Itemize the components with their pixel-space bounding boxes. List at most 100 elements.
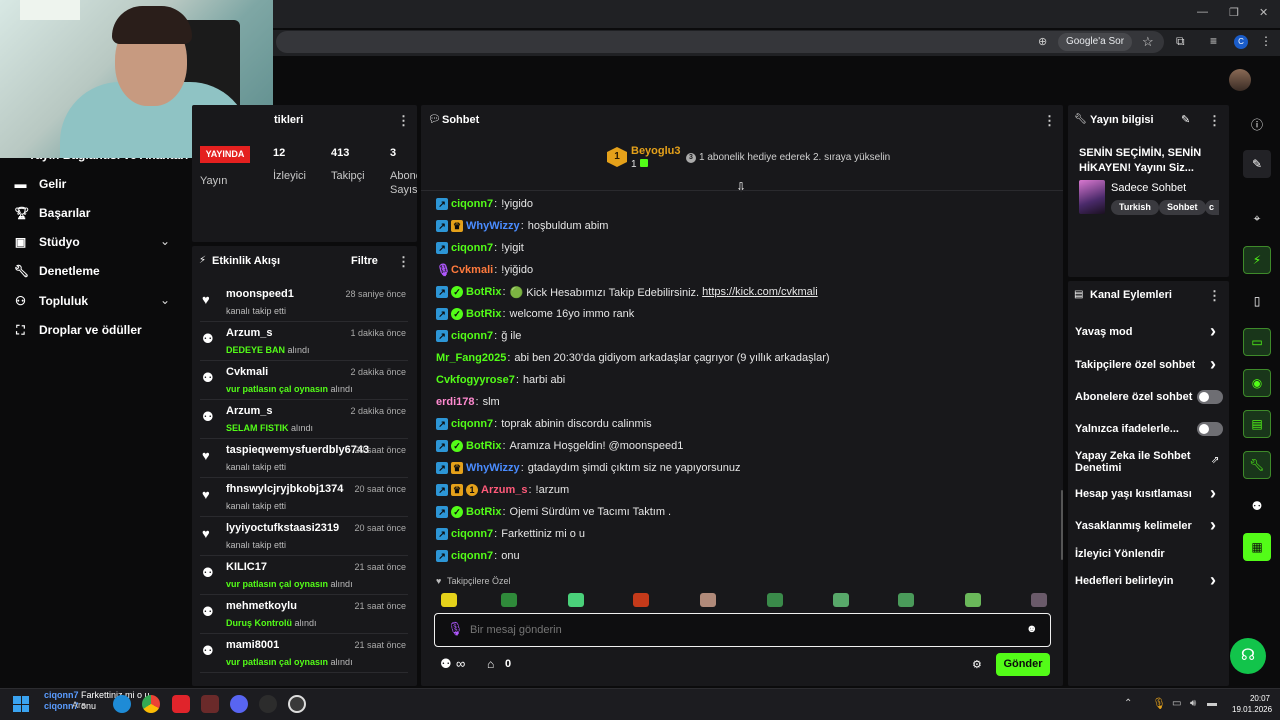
support-headset-icon[interactable]: ☊ xyxy=(1230,638,1266,674)
category-name[interactable]: Sadece Sohbet xyxy=(1111,182,1186,194)
activity-more-icon[interactable]: ⋮ xyxy=(397,254,410,270)
emoji-icon[interactable]: ☻ xyxy=(1026,623,1038,635)
chat-username[interactable]: Arzum_s xyxy=(481,484,527,496)
channel-action-item[interactable]: Yasaklanmış kelimeler xyxy=(1075,517,1192,535)
chat-username[interactable]: BotRix xyxy=(466,506,501,518)
chevron-right-icon[interactable]: › xyxy=(1210,355,1216,373)
broadcast-icon[interactable]: ◉ xyxy=(1243,369,1271,397)
discord-icon[interactable] xyxy=(230,695,248,713)
event-user[interactable]: mami8001 xyxy=(226,639,279,651)
chat-username[interactable]: BotRix xyxy=(466,440,501,452)
close-icon[interactable]: ✕ xyxy=(1259,6,1268,19)
sidebar-item-achievements[interactable]: 🏆︎ Başarılar xyxy=(14,203,90,223)
emote-thumbnail[interactable] xyxy=(898,593,914,607)
browser-menu-icon[interactable]: ⋮ xyxy=(1260,34,1272,48)
chat-message[interactable]: ↗ ✓ BotRix: Ojemi Sürdüm ve Tacımı Taktım . xyxy=(436,503,671,521)
minimize-icon[interactable]: — xyxy=(1197,6,1208,18)
mic-tray-icon[interactable]: 🎙︎ xyxy=(1152,697,1166,710)
chat-message[interactable]: ↗ ✓ BotRix: welcome 16yo immo rank xyxy=(436,305,634,323)
edge-icon[interactable] xyxy=(113,695,131,713)
chat-settings-icon[interactable]: ⚙ xyxy=(972,658,982,671)
app-icon[interactable] xyxy=(172,695,190,713)
channel-action-item[interactable]: Hesap yaşı kısıtlaması xyxy=(1075,485,1192,503)
channel-action-item[interactable]: Yapay Zeka ile Sohbet Denetimi xyxy=(1075,450,1191,474)
sidebar-item-community[interactable]: ⚇ Topluluk xyxy=(14,291,88,311)
app-icon[interactable] xyxy=(259,695,277,713)
chat-username[interactable]: ciqonn7 xyxy=(451,550,493,562)
activity-event[interactable]: ⚉ KILIC17 vur patlasın çal oynasın alındı 2… xyxy=(200,556,408,595)
windows-start-icon[interactable] xyxy=(13,696,29,712)
zoom-icon[interactable]: ⊕ xyxy=(1038,35,1047,48)
send-button[interactable]: Gönder xyxy=(996,653,1050,676)
activity-event[interactable]: ⚉ Arzum_s DEDEYE BAN alındı 1 dakika önce xyxy=(200,322,408,361)
chat-link[interactable]: https://kick.com/cvkmali xyxy=(702,286,818,298)
channel-action-item[interactable]: Hedefleri belirleyin xyxy=(1075,572,1173,590)
edit-icon[interactable]: ✎ xyxy=(1243,150,1271,178)
chrome-icon[interactable] xyxy=(142,695,160,713)
activity-filter-button[interactable]: Filtre xyxy=(351,255,378,267)
chevron-right-icon[interactable]: › xyxy=(1210,484,1216,502)
stats-more-icon[interactable]: ⋮ xyxy=(397,113,410,129)
emote-thumbnail[interactable] xyxy=(568,593,584,607)
tray-chevron-icon[interactable]: ⌃ xyxy=(1124,698,1132,709)
bookmark-star-icon[interactable]: ☆ xyxy=(1142,34,1154,50)
chat-username[interactable]: Mr_Fang2025 xyxy=(436,352,506,364)
emote-thumbnail[interactable] xyxy=(700,593,716,607)
printer-icon[interactable]: ▤ xyxy=(1243,410,1271,438)
extensions-icon[interactable]: ⧉ xyxy=(1176,34,1185,49)
chat-message-input[interactable] xyxy=(470,620,1010,640)
game-icon[interactable]: ▦ xyxy=(1243,533,1271,561)
chat-message[interactable]: 🎙︎ Cvkmali: !yiğido xyxy=(436,261,533,279)
chat-username[interactable]: Cvkmali xyxy=(451,264,493,276)
chat-username[interactable]: erdi178 xyxy=(436,396,475,408)
emote-thumbnail[interactable] xyxy=(833,593,849,607)
emote-thumbnail[interactable] xyxy=(1031,593,1047,607)
chat-username[interactable]: ciqonn7 xyxy=(451,528,493,540)
channel-action-item[interactable]: İzleyici Yönlendir xyxy=(1075,545,1165,563)
activity-event[interactable]: ⚉ Arzum_s SELAM FISTIK alındı 2 dakika önce xyxy=(200,400,408,439)
notes-icon[interactable]: ▯ xyxy=(1243,287,1271,315)
event-user[interactable]: Arzum_s xyxy=(226,327,272,339)
tag-chip[interactable]: Sohbet xyxy=(1159,200,1206,215)
chat-message[interactable]: ↗ ciqonn7: Farkettiniz mi o u xyxy=(436,525,585,543)
emote-thumbnail[interactable] xyxy=(965,593,981,607)
event-user[interactable]: Cvkmali xyxy=(226,366,268,378)
event-user[interactable]: mehmetkoylu xyxy=(226,600,297,612)
info-icon[interactable]: ⓘ xyxy=(1243,110,1271,138)
google-ask-button[interactable]: Google'a Sor xyxy=(1058,33,1132,51)
chevron-right-icon[interactable]: › xyxy=(1210,322,1216,340)
chat-username[interactable]: BotRix xyxy=(466,308,501,320)
chat-username[interactable]: BotRix xyxy=(466,286,501,298)
tag-chip[interactable]: Turkish xyxy=(1111,200,1159,215)
chat-more-icon[interactable]: ⋮ xyxy=(1043,113,1056,129)
edit-pencil-icon[interactable]: ✎ xyxy=(1181,113,1190,126)
event-user[interactable]: Arzum_s xyxy=(226,405,272,417)
screenshot-icon[interactable]: ⌖ xyxy=(1243,204,1271,232)
chevron-right-icon[interactable]: › xyxy=(1210,516,1216,534)
points-balance[interactable]: ∞ xyxy=(456,656,465,671)
activity-event[interactable]: ⚉ mami8001 vur patlasın çal oynasın alındı… xyxy=(200,634,408,673)
kick-points-icon[interactable]: ⚉ xyxy=(440,656,452,672)
chat-message[interactable]: ↗ ✓ BotRix: 🟢 Kick Hesabımızı Takip Edebili… xyxy=(436,283,818,301)
external-link-icon[interactable]: ⇗ xyxy=(1211,455,1219,466)
chat-icon[interactable]: ▭ xyxy=(1243,328,1271,356)
chat-scrollbar[interactable] xyxy=(1061,490,1063,560)
emote-thumbnail[interactable] xyxy=(633,593,649,607)
battery-icon[interactable]: ▬ xyxy=(1207,698,1217,709)
chat-message[interactable]: ↗ ✓ BotRix: Aramıza Hoşgeldin! @moonspeed1 xyxy=(436,437,683,455)
sidebar-item-revenue[interactable]: ▬ Gelir xyxy=(14,174,67,194)
event-user[interactable]: moonspeed1 xyxy=(226,288,294,300)
obs-icon[interactable] xyxy=(288,695,306,713)
chat-username[interactable]: ciqonn7 xyxy=(451,198,493,210)
event-user[interactable]: KILIC17 xyxy=(226,561,267,573)
tag-chip[interactable]: c xyxy=(1205,200,1219,215)
chat-username[interactable]: Cvkfogyyrose7 xyxy=(436,374,515,386)
chat-message[interactable]: ↗ ♛ WhyWizzy: gtadaydım şimdi çıktım siz ne… xyxy=(436,459,741,477)
chat-message[interactable]: ↗ ciqonn7: toprak abinin discordu calinmis xyxy=(436,415,652,433)
chat-username[interactable]: ciqonn7 xyxy=(451,330,493,342)
network-icon[interactable]: ▭ xyxy=(1172,698,1181,709)
chat-username[interactable]: ciqonn7 xyxy=(451,418,493,430)
chat-username[interactable]: ciqonn7 xyxy=(451,242,493,254)
chat-message[interactable]: ↗ ♛ WhyWizzy: hoşbuldum abim xyxy=(436,217,608,235)
chat-notification[interactable]: ciqonn7 Farkettiniz mi o u ciqonn7 onu xyxy=(44,690,150,712)
